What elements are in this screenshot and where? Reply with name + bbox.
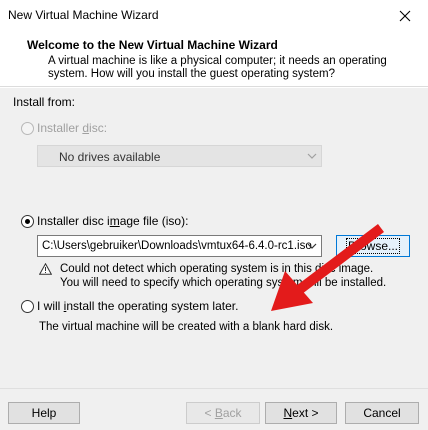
- header-title: Welcome to the New Virtual Machine Wizar…: [27, 38, 278, 52]
- help-button[interactable]: Help: [8, 402, 80, 424]
- install-from-panel: Install from: Installer disc: No drives …: [0, 88, 428, 388]
- install-later-description: The virtual machine will be created with…: [39, 321, 334, 333]
- back-button[interactable]: < Back: [186, 402, 260, 424]
- installer-disc-dropdown-value: No drives available: [59, 150, 161, 164]
- wizard-footer: Help < Back Next > Cancel: [0, 388, 428, 430]
- warning-icon: [39, 263, 52, 275]
- install-later-radio[interactable]: [21, 300, 34, 313]
- installer-disc-radio[interactable]: [21, 122, 34, 135]
- installer-disc-label: Installer disc:: [37, 121, 108, 135]
- header-description-line2: system. How will you install the guest o…: [48, 68, 335, 80]
- iso-label: Installer disc image file (iso):: [37, 214, 189, 228]
- red-arrow-annotation: [271, 223, 385, 311]
- header-description: A virtual machine is like a physical com…: [48, 55, 388, 81]
- iso-radio[interactable]: [21, 215, 34, 228]
- install-from-label: Install from:: [13, 95, 76, 109]
- wizard-header: Welcome to the New Virtual Machine Wizar…: [0, 31, 428, 87]
- close-button[interactable]: [382, 0, 428, 31]
- installer-disc-dropdown[interactable]: No drives available: [37, 145, 322, 167]
- next-button[interactable]: Next >: [265, 402, 337, 424]
- window-title: New Virtual Machine Wizard: [8, 8, 159, 22]
- title-bar: New Virtual Machine Wizard: [0, 0, 428, 31]
- chevron-down-icon: [307, 153, 317, 159]
- install-later-label: I will install the operating system late…: [37, 299, 239, 313]
- cancel-button[interactable]: Cancel: [345, 402, 419, 424]
- header-description-line1: A virtual machine is like a physical com…: [48, 55, 387, 67]
- close-icon: [399, 10, 411, 21]
